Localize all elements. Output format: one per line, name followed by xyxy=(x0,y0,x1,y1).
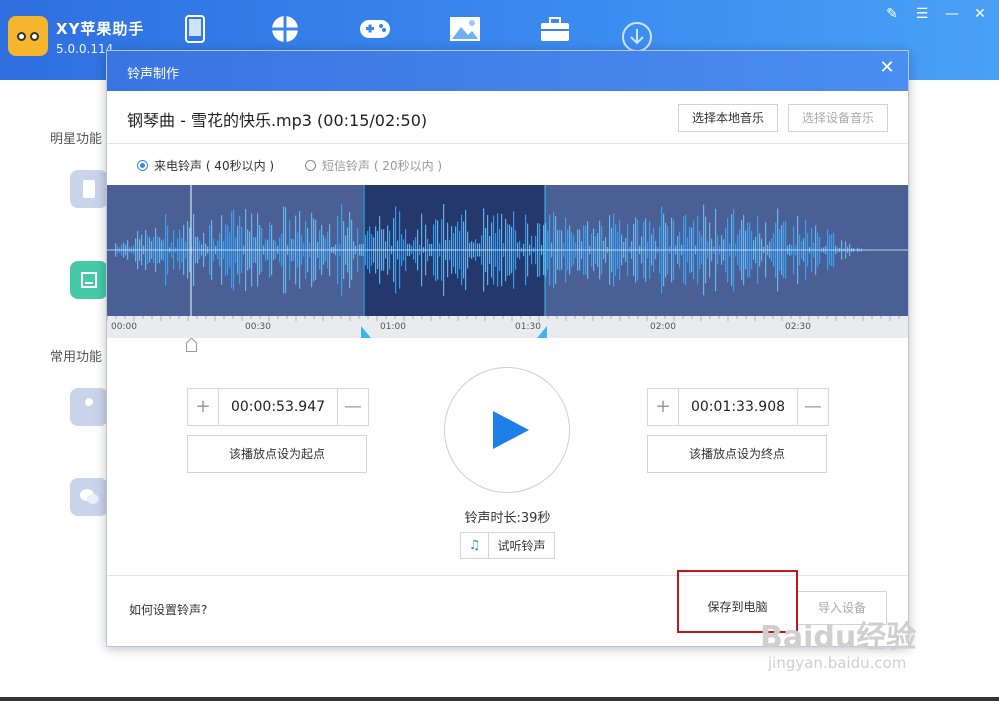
app-version: 5.0.0.114 xyxy=(56,42,114,56)
app-title: XY苹果助手 xyxy=(56,20,145,38)
start-time-stepper[interactable]: + 00:00:53.947 — xyxy=(187,388,369,426)
dialog-header: 铃声制作 ✕ xyxy=(107,51,908,91)
section-title-featured: 明星功能 xyxy=(50,132,103,147)
phone-icon[interactable] xyxy=(178,14,212,44)
image-icon[interactable] xyxy=(448,14,482,44)
skin-icon[interactable]: ✎ xyxy=(882,6,902,22)
watermark-logo: Baidu经验 xyxy=(760,620,917,655)
chat-tile-icon[interactable] xyxy=(70,478,108,516)
music-note-icon: ♫ xyxy=(461,533,489,558)
radio-off-icon xyxy=(305,160,316,171)
end-time-value[interactable]: 00:01:33.908 xyxy=(678,389,798,425)
bottom-strip xyxy=(0,697,999,701)
set-end-button[interactable]: 该播放点设为终点 xyxy=(647,435,827,473)
radio-sms-ringtone[interactable]: 短信铃声 ( 20秒以内 ) xyxy=(305,157,442,174)
wrench-tile-icon[interactable] xyxy=(70,388,108,426)
radio-sms-label: 短信铃声 ( 20秒以内 ) xyxy=(322,159,443,173)
download-icon[interactable] xyxy=(620,22,654,52)
dialog-title: 铃声制作 xyxy=(127,67,180,82)
dialog-close-icon[interactable]: ✕ xyxy=(876,57,898,79)
game-controller-icon[interactable] xyxy=(358,14,392,44)
play-icon xyxy=(493,411,529,449)
start-marker-handle[interactable] xyxy=(361,326,371,338)
tick-label: 02:00 xyxy=(650,322,676,332)
end-plus-button[interactable]: + xyxy=(648,389,678,425)
watermark-url: jingyan.baidu.com xyxy=(768,654,907,672)
end-minus-button[interactable]: — xyxy=(798,389,828,425)
start-time-value[interactable]: 00:00:53.947 xyxy=(218,389,338,425)
end-time-stepper[interactable]: + 00:01:33.908 — xyxy=(647,388,829,426)
menu-icon[interactable]: ☰ xyxy=(912,6,932,22)
start-minus-button[interactable]: — xyxy=(338,389,368,425)
tick-label: 01:00 xyxy=(380,322,406,332)
radio-call-ringtone[interactable]: 来电铃声 ( 40秒以内 ) xyxy=(137,157,274,174)
apps-icon[interactable] xyxy=(268,14,302,44)
select-device-music-button[interactable]: 选择设备音乐 xyxy=(788,104,888,132)
tick-label: 00:00 xyxy=(111,322,137,332)
close-window-icon[interactable]: ✕ xyxy=(970,6,990,22)
end-marker-handle[interactable] xyxy=(537,326,547,338)
song-title: 钢琴曲 - 雪花的快乐.mp3 (00:15/02:50) xyxy=(127,111,428,130)
tick-label: 00:30 xyxy=(245,322,271,332)
start-plus-button[interactable]: + xyxy=(188,389,218,425)
radio-call-label: 来电铃声 ( 40秒以内 ) xyxy=(154,159,275,173)
ringtone-dialog: 铃声制作 ✕ 钢琴曲 - 雪花的快乐.mp3 (00:15/02:50) 选择本… xyxy=(106,50,909,647)
playhead-handle[interactable] xyxy=(186,338,197,352)
section-title-common: 常用功能 xyxy=(50,350,103,365)
preview-label: 试听铃声 xyxy=(497,539,546,553)
help-link[interactable]: 如何设置铃声? xyxy=(129,601,207,618)
time-ruler[interactable]: 00:00 00:30 01:00 01:30 02:00 02:30 xyxy=(107,316,908,338)
play-button[interactable] xyxy=(444,367,570,493)
tick-label: 02:30 xyxy=(785,322,811,332)
minimize-icon[interactable]: — xyxy=(942,6,962,22)
divider xyxy=(107,143,908,144)
set-start-button[interactable]: 该播放点设为起点 xyxy=(187,435,367,473)
preview-ringtone-button[interactable]: ♫ 试听铃声 xyxy=(460,532,555,559)
app-logo-icon xyxy=(8,16,48,56)
ebook-tile-icon[interactable] xyxy=(70,261,108,299)
waveform-display[interactable] xyxy=(107,185,908,316)
select-local-music-button[interactable]: 选择本地音乐 xyxy=(678,104,778,132)
device-tile-icon[interactable] xyxy=(70,170,108,208)
ringtone-duration: 铃声时长:39秒 xyxy=(464,511,551,526)
radio-on-icon xyxy=(137,160,148,171)
toolbox-icon[interactable] xyxy=(538,14,572,44)
